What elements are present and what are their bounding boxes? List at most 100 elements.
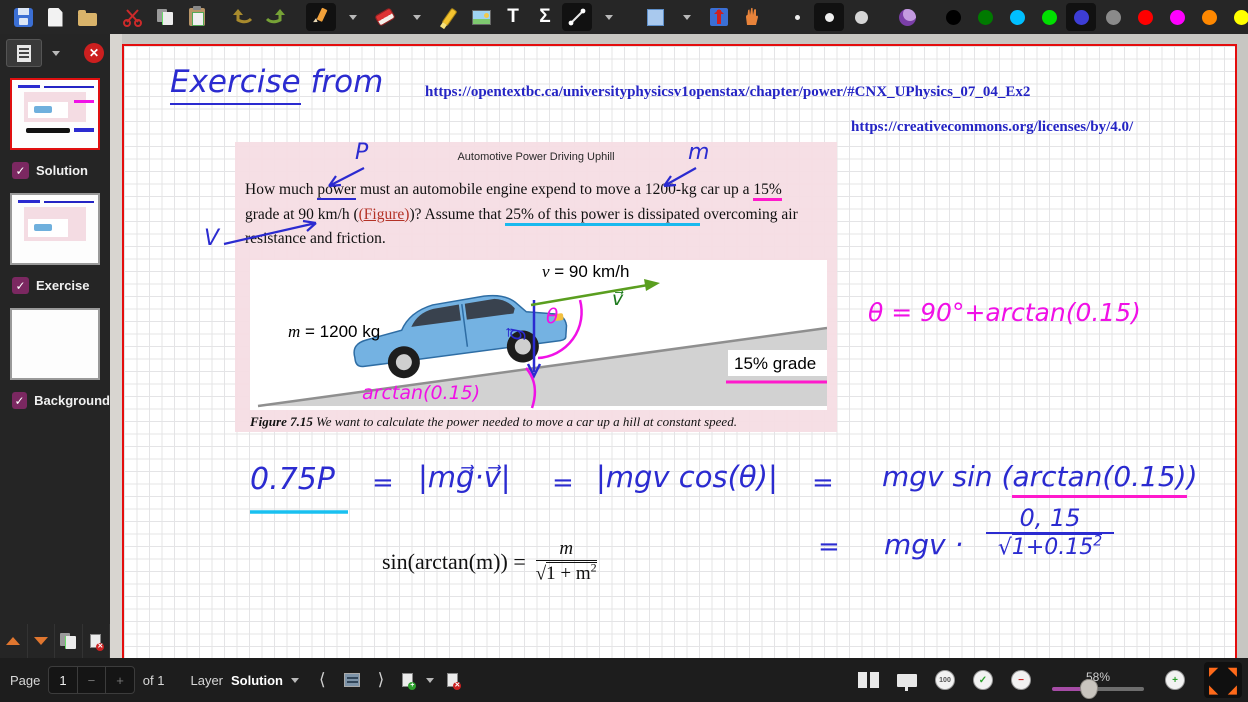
dot-fine-icon — [795, 15, 800, 20]
redo-button[interactable] — [260, 3, 290, 31]
layer-visibility-checkbox[interactable]: ✓ — [12, 392, 27, 409]
color-swatch-6[interactable] — [1130, 3, 1160, 31]
color-swatch-0[interactable] — [938, 3, 968, 31]
chevron-down-icon — [34, 637, 48, 645]
page-number-input[interactable]: 1 — [49, 667, 76, 693]
layer-move-up-button[interactable] — [0, 624, 28, 658]
dual-page-view-button[interactable] — [858, 672, 879, 688]
text-tool-icon: T — [507, 6, 519, 28]
copy-icon — [156, 8, 174, 26]
main-area: ✕ ✓ Solution ✓ Exercise — [0, 34, 1248, 658]
layer-row-solution: ✓ Solution — [0, 154, 110, 187]
shape-options-dropdown[interactable] — [594, 3, 624, 31]
add-page-button[interactable]: + — [402, 673, 413, 687]
solution-fraction: 0, 15 √1+0.152 — [986, 504, 1114, 560]
save-icon — [14, 8, 33, 27]
layer-thumbnail-exercise[interactable] — [10, 193, 100, 265]
color-dot — [978, 10, 993, 25]
dot-medium-icon — [825, 13, 834, 22]
pen-size-thick-button[interactable] — [846, 3, 876, 31]
layer-copy-button[interactable] — [55, 624, 83, 658]
vertical-scrollbar[interactable] — [110, 34, 122, 658]
layer-label: Layer — [190, 673, 223, 688]
page-spinner: 1 − + — [48, 666, 134, 694]
undo-button[interactable] — [228, 3, 258, 31]
license-url-link[interactable]: https://creativecommons.org/licenses/by/… — [851, 119, 1133, 136]
color-swatch-3[interactable] — [1034, 3, 1064, 31]
color-swatch-5[interactable] — [1098, 3, 1128, 31]
layer-visibility-checkbox[interactable]: ✓ — [12, 277, 29, 294]
solution-sin-form: mgv sin (arctan(0.15)) — [882, 460, 1198, 493]
presentation-mode-button[interactable] — [897, 674, 917, 687]
page-decrement-button[interactable]: − — [77, 667, 106, 693]
page-increment-button[interactable]: + — [105, 667, 134, 693]
layer-delete-button[interactable]: ✕ — [83, 624, 111, 658]
highlighter-tool-button[interactable] — [434, 3, 464, 31]
zoom-slider-handle[interactable] — [1080, 679, 1098, 699]
solution-cos-form: |mgv cos(θ)| — [596, 460, 778, 494]
chevron-down-icon — [605, 15, 613, 20]
hand-tool-button[interactable] — [736, 3, 766, 31]
zoom-out-button[interactable]: − — [1011, 670, 1031, 690]
layer-label: Background — [34, 393, 110, 408]
solution-lhs: 0.75P — [250, 462, 335, 497]
new-document-button[interactable] — [40, 3, 70, 31]
insert-image-button[interactable] — [466, 3, 496, 31]
color-swatch-7[interactable] — [1162, 3, 1192, 31]
prev-annotated-page-button[interactable]: ⟨ — [319, 670, 326, 690]
vertical-space-button[interactable] — [704, 3, 734, 31]
layer-thumbnail-solution[interactable] — [10, 78, 100, 150]
shape-recognizer-button[interactable] — [562, 3, 592, 31]
pen-tool-button[interactable] — [306, 3, 336, 31]
copy-button[interactable] — [150, 3, 180, 31]
color-dot — [1138, 10, 1153, 25]
layer-thumbnail-background[interactable] — [10, 308, 100, 380]
document-page[interactable]: Exercise from https://opentextbc.ca/univ… — [122, 44, 1237, 658]
eraser-tool-button[interactable] — [370, 3, 400, 31]
cut-button[interactable] — [118, 3, 148, 31]
chevron-down-icon[interactable] — [52, 51, 60, 56]
zoom-slider[interactable] — [1052, 687, 1144, 691]
eraser-options-dropdown[interactable] — [402, 3, 432, 31]
document-canvas[interactable]: Exercise from https://opentextbc.ca/univ… — [122, 34, 1248, 658]
color-dot — [1010, 10, 1025, 25]
source-url-link[interactable]: https://opentextbc.ca/universityphysicsv… — [425, 84, 1030, 101]
zoom-in-button[interactable]: + — [1165, 670, 1185, 690]
color-swatch-2[interactable] — [1002, 3, 1032, 31]
pen-options-dropdown[interactable] — [338, 3, 368, 31]
math-tex-button[interactable]: Σ — [530, 3, 560, 31]
select-options-dropdown[interactable] — [672, 3, 702, 31]
next-annotated-page-button[interactable]: ⟩ — [378, 670, 385, 690]
save-button[interactable] — [8, 3, 38, 31]
page-label: Page — [10, 673, 40, 688]
color-swatch-1[interactable] — [970, 3, 1000, 31]
chevron-down-icon[interactable] — [291, 678, 299, 683]
fill-toggle-button[interactable] — [892, 3, 922, 31]
pen-size-medium-button[interactable] — [814, 3, 844, 31]
color-swatch-9[interactable] — [1226, 3, 1248, 31]
arctan-underlined: arctan(0.15) — [1012, 460, 1186, 498]
zoom-100-button[interactable]: 100 — [935, 670, 955, 690]
image-icon — [472, 10, 491, 25]
sidebar-close-button[interactable]: ✕ — [84, 43, 104, 63]
color-swatch-4[interactable] — [1066, 3, 1096, 31]
dissipated-underlined: 25% of this power is dissipated — [505, 206, 699, 226]
annotated-page-icon[interactable] — [344, 673, 360, 687]
chevron-down-icon[interactable] — [426, 678, 434, 683]
fullscreen-button[interactable]: ◤◥◣◢ — [1204, 662, 1242, 698]
paste-button[interactable] — [182, 3, 212, 31]
open-button[interactable] — [72, 3, 102, 31]
figure-link[interactable]: (Figure) — [359, 206, 410, 223]
text-tool-button[interactable]: T — [498, 3, 528, 31]
layer-select[interactable]: Solution — [231, 673, 283, 688]
zoom-fit-button[interactable]: ✓ — [973, 670, 993, 690]
select-rectangle-button[interactable] — [640, 3, 670, 31]
layer-move-down-button[interactable] — [28, 624, 56, 658]
open-folder-icon — [78, 13, 97, 26]
delete-page-button[interactable]: ✕ — [447, 673, 458, 687]
color-swatch-8[interactable] — [1194, 3, 1224, 31]
pen-size-fine-button[interactable] — [782, 3, 812, 31]
layer-visibility-checkbox[interactable]: ✓ — [12, 162, 29, 179]
hand-icon — [741, 7, 761, 27]
sidebar-tab-button[interactable] — [6, 39, 42, 67]
